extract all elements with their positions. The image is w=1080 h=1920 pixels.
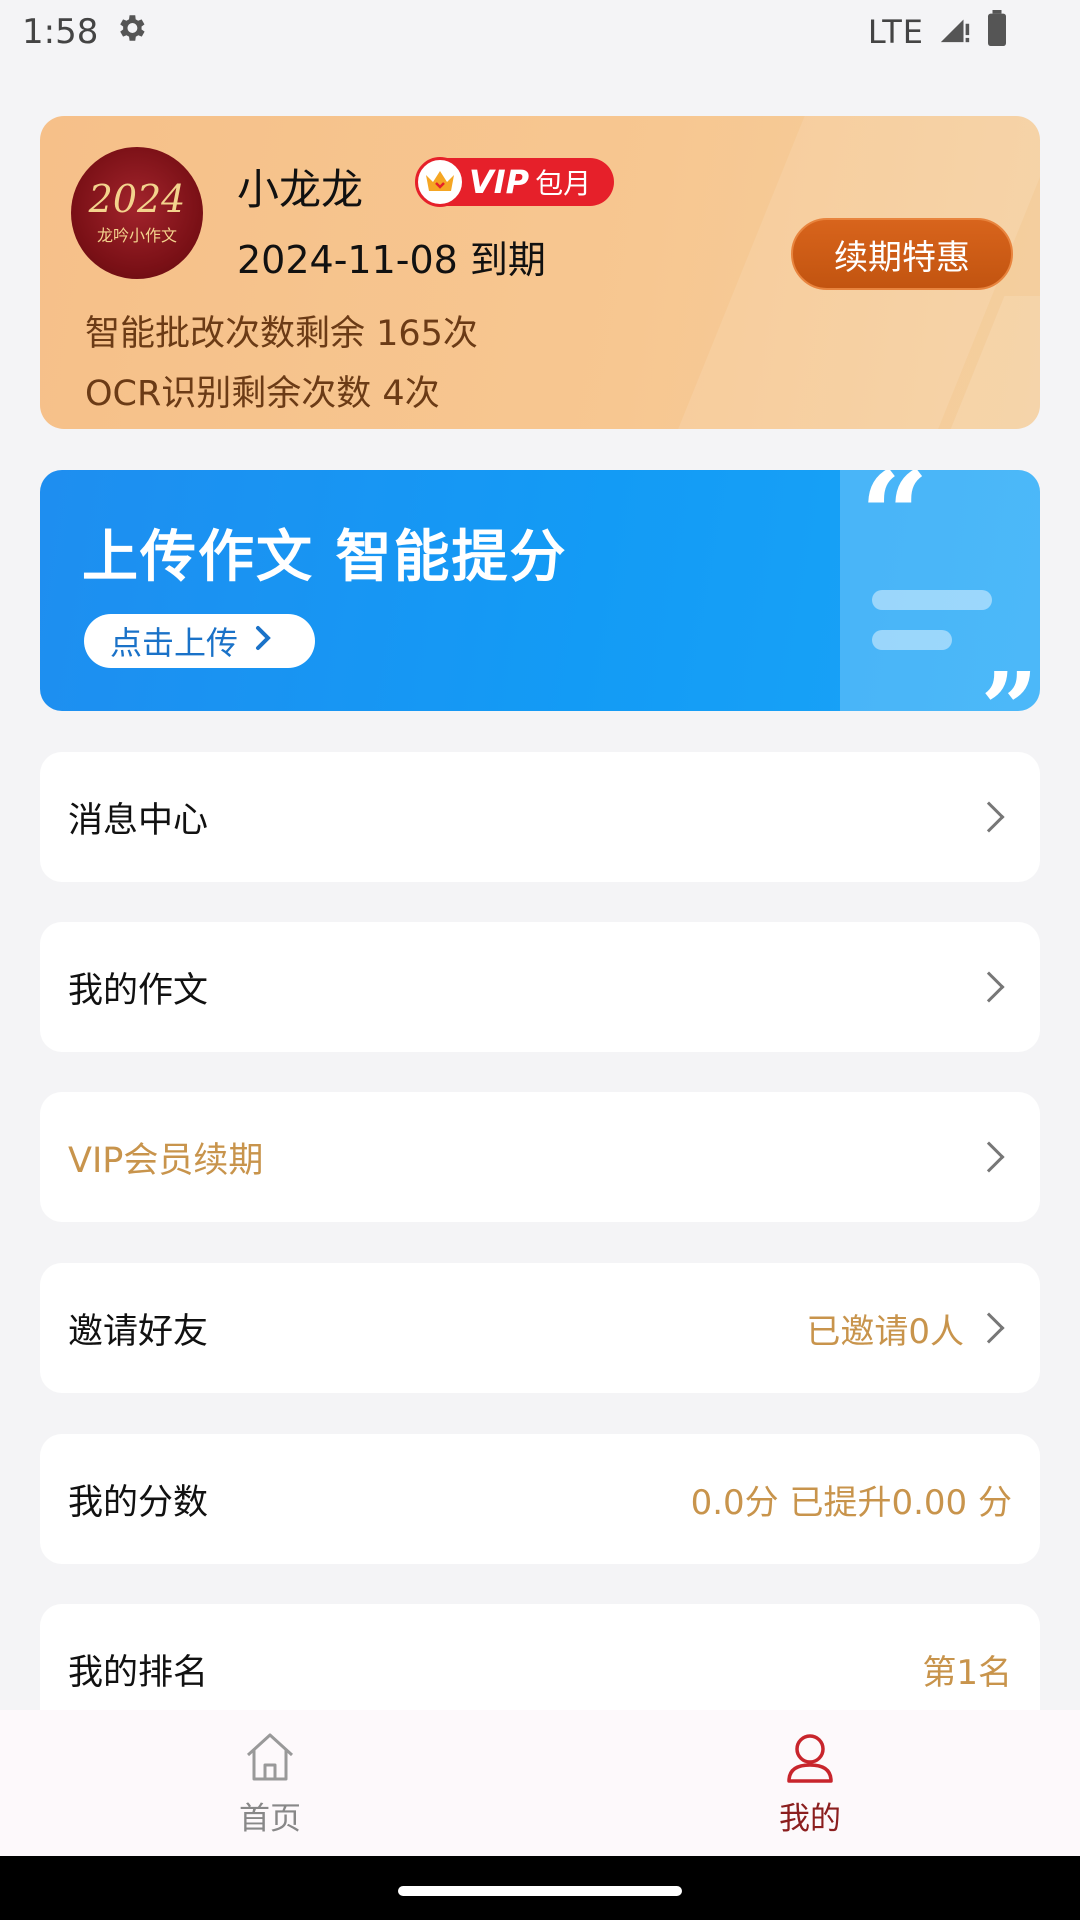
chevron-right-icon — [973, 801, 1005, 833]
score-value: 0.0分 已提升0.00 分 — [690, 1482, 1012, 1523]
expiry-date: 2024-11-08 到期 — [237, 238, 546, 282]
menu-item-invite[interactable]: 邀请好友 已邀请0人 — [40, 1263, 1040, 1393]
avatar-logo-year: 2024 — [88, 177, 186, 221]
gesture-bar — [0, 1856, 1080, 1920]
user-icon — [782, 1729, 838, 1789]
menu-item-messages[interactable]: 消息中心 — [40, 752, 1040, 882]
member-card: 2024 龙吟小作文 小龙龙 VIP 包月 2024-11-08 到期 续期特惠… — [40, 116, 1040, 429]
tab-mine[interactable]: 我的 — [540, 1710, 1080, 1856]
upload-button-label: 点击上传 — [110, 624, 239, 662]
chevron-right-icon — [254, 624, 272, 659]
status-time: 1:58 — [22, 12, 99, 52]
tab-mine-label: 我的 — [779, 1800, 841, 1837]
username: 小龙龙 — [237, 165, 364, 214]
quote-icon: “ — [860, 470, 930, 586]
home-icon — [242, 1729, 298, 1789]
upload-banner[interactable]: 上传作文 智能提分 点击上传 “ ” — [40, 470, 1040, 711]
quote-close-icon: ” — [980, 650, 1038, 711]
menu-item-label: 消息中心 — [68, 800, 209, 841]
tab-home[interactable]: 首页 — [0, 1710, 540, 1856]
crown-icon — [415, 157, 465, 207]
chevron-right-icon — [973, 971, 1005, 1003]
chevron-right-icon — [973, 1141, 1005, 1173]
vip-plan: 包月 — [535, 167, 592, 200]
vip-badge: VIP 包月 — [415, 157, 614, 207]
menu-item-label: VIP会员续期 — [68, 1140, 264, 1181]
tab-home-label: 首页 — [239, 1800, 301, 1837]
vip-label: VIP — [469, 163, 530, 201]
home-indicator[interactable] — [398, 1886, 682, 1896]
menu-item-vip-renewal[interactable]: VIP会员续期 — [40, 1092, 1040, 1222]
menu-item-label: 邀请好友 — [68, 1311, 209, 1352]
grading-quota: 智能批改次数剩余 165次 — [85, 314, 478, 354]
menu-item-label: 我的排名 — [68, 1652, 209, 1693]
menu-item-score[interactable]: 我的分数 0.0分 已提升0.00 分 — [40, 1434, 1040, 1564]
upload-button[interactable]: 点击上传 — [84, 614, 315, 668]
banner-slogan: 上传作文 智能提分 — [82, 525, 568, 590]
network-type: LTE — [867, 13, 924, 51]
status-bar: 1:58 LTE — [0, 0, 1080, 64]
rank-value: 第1名 — [922, 1652, 1012, 1693]
ocr-quota: OCR识别剩余次数 4次 — [85, 374, 440, 414]
menu-item-label: 我的分数 — [68, 1482, 209, 1523]
renew-button[interactable]: 续期特惠 — [791, 218, 1013, 290]
battery-icon — [986, 9, 1008, 55]
signal-icon — [938, 11, 972, 54]
avatar-logo-text: 龙吟小作文 — [96, 226, 177, 245]
menu-item-label: 我的作文 — [68, 970, 209, 1011]
menu-item-my-essays[interactable]: 我的作文 — [40, 922, 1040, 1052]
quote-decoration: “ ” — [840, 470, 1040, 711]
invite-count: 已邀请0人 — [806, 1311, 964, 1352]
settings-icon — [114, 11, 148, 54]
chevron-right-icon — [973, 1312, 1005, 1344]
avatar[interactable]: 2024 龙吟小作文 — [71, 147, 203, 279]
bottom-nav: 首页 我的 — [0, 1710, 1080, 1856]
